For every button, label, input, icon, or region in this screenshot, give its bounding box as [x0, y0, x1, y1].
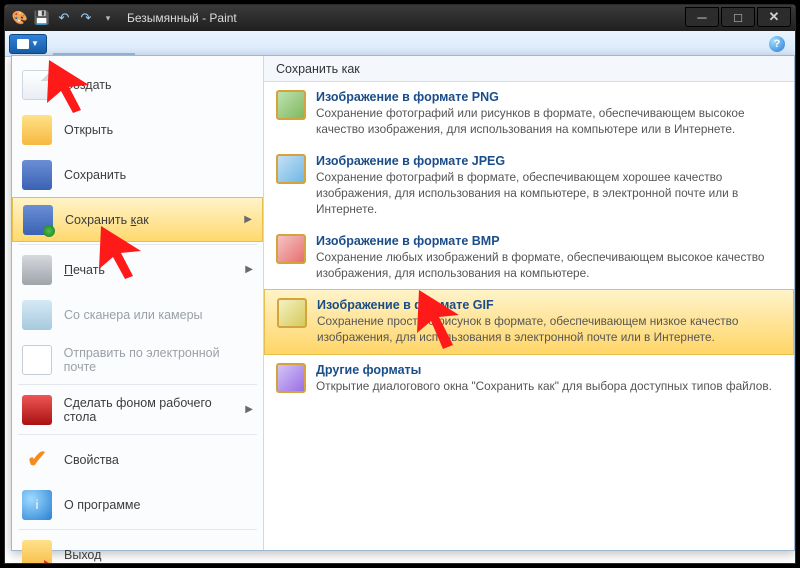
format-option-other[interactable]: Другие форматы Открытие диалогового окна… — [264, 355, 794, 403]
qat-dropdown-icon[interactable]: ▾ — [99, 9, 117, 27]
paint-icon: 🎨 — [11, 9, 29, 27]
ribbon: ▼ ? — [5, 31, 795, 57]
save-icon[interactable]: 💾 — [33, 9, 51, 27]
titlebar: 🎨 💾 ↶ ↷ ▾ Безымянный - Paint ─ □ ✕ — [5, 5, 795, 31]
menu-item-wallpaper[interactable]: Сделать фоном рабочего стола ▶ — [12, 387, 263, 432]
format-option-gif[interactable]: Изображение в формате GIF Сохранение про… — [264, 289, 794, 355]
menu-item-about[interactable]: i О программе — [12, 482, 263, 527]
menu-divider — [18, 434, 257, 435]
format-option-bmp[interactable]: Изображение в формате BMP Сохранение люб… — [264, 226, 794, 290]
file-menu-list: Создать Открыть Сохранить Сохранить как … — [12, 56, 264, 550]
chevron-down-icon: ▼ — [31, 39, 39, 48]
redo-icon[interactable]: ↷ — [77, 9, 95, 27]
minimize-button[interactable]: ─ — [685, 7, 719, 27]
format-title: Изображение в формате JPEG — [316, 154, 782, 168]
format-title: Изображение в формате PNG — [316, 90, 782, 104]
menu-item-label: Сделать фоном рабочего стола — [64, 396, 246, 424]
format-title: Другие форматы — [316, 363, 782, 377]
menu-item-label: Свойства — [64, 453, 119, 467]
maximize-button[interactable]: □ — [721, 7, 755, 27]
printer-icon — [22, 255, 52, 285]
desktop-wallpaper-icon — [22, 395, 52, 425]
png-format-icon — [276, 90, 306, 120]
format-title: Изображение в формате BMP — [316, 234, 782, 248]
menu-divider — [18, 529, 257, 530]
format-description: Сохранение простого рисунок в формате, о… — [317, 314, 781, 346]
menu-item-email: Отправить по электронной почте — [12, 337, 263, 382]
submenu-arrow-icon: ▶ — [245, 264, 253, 275]
paint-window: 🎨 💾 ↶ ↷ ▾ Безымянный - Paint ─ □ ✕ ▼ ? С… — [4, 4, 796, 564]
close-button[interactable]: ✕ — [757, 7, 791, 27]
menu-divider — [18, 384, 257, 385]
exit-icon — [22, 540, 52, 565]
menu-item-properties[interactable]: ✔ Свойства — [12, 437, 263, 482]
submenu-arrow-icon: ▶ — [244, 214, 252, 225]
menu-item-save[interactable]: Сохранить — [12, 152, 263, 197]
menu-item-label: Отправить по электронной почте — [64, 346, 253, 374]
menu-item-label: Со сканера или камеры — [64, 308, 203, 322]
undo-icon[interactable]: ↶ — [55, 9, 73, 27]
menu-item-exit[interactable]: Выход — [12, 532, 263, 564]
gif-format-icon — [277, 298, 307, 328]
format-description: Сохранение фотографий или рисунков в фор… — [316, 106, 782, 138]
folder-open-icon — [22, 115, 52, 145]
window-title: Безымянный - Paint — [127, 11, 237, 25]
floppy-saveas-icon — [23, 205, 53, 235]
menu-item-label: О программе — [64, 498, 140, 512]
file-menu-dropdown: Создать Открыть Сохранить Сохранить как … — [11, 55, 795, 551]
quick-access-toolbar: 🎨 💾 ↶ ↷ ▾ — [5, 9, 117, 27]
checkmark-icon: ✔ — [22, 445, 52, 475]
submenu-header: Сохранить как — [264, 56, 794, 82]
format-title: Изображение в формате GIF — [317, 298, 781, 312]
jpeg-format-icon — [276, 154, 306, 184]
bmp-format-icon — [276, 234, 306, 264]
format-description: Открытие диалогового окна "Сохранить как… — [316, 379, 782, 395]
format-option-jpeg[interactable]: Изображение в формате JPEG Сохранение фо… — [264, 146, 794, 226]
other-format-icon — [276, 363, 306, 393]
menu-item-scanner: Со сканера или камеры — [12, 292, 263, 337]
submenu-arrow-icon: ▶ — [245, 404, 253, 415]
format-description: Сохранение фотографий в формате, обеспеч… — [316, 170, 782, 218]
save-as-submenu: Сохранить как Изображение в формате PNG … — [264, 56, 794, 550]
info-icon: i — [22, 490, 52, 520]
file-menu-button[interactable]: ▼ — [9, 34, 47, 54]
format-description: Сохранение любых изображений в формате, … — [316, 250, 782, 282]
floppy-icon — [22, 160, 52, 190]
help-icon[interactable]: ? — [769, 36, 785, 52]
envelope-icon — [22, 345, 52, 375]
menu-item-label: Выход — [64, 548, 101, 562]
menu-item-label: Сохранить — [64, 168, 126, 182]
format-option-png[interactable]: Изображение в формате PNG Сохранение фот… — [264, 82, 794, 146]
document-icon — [17, 39, 29, 49]
scanner-icon — [22, 300, 52, 330]
menu-item-label: Открыть — [64, 123, 113, 137]
